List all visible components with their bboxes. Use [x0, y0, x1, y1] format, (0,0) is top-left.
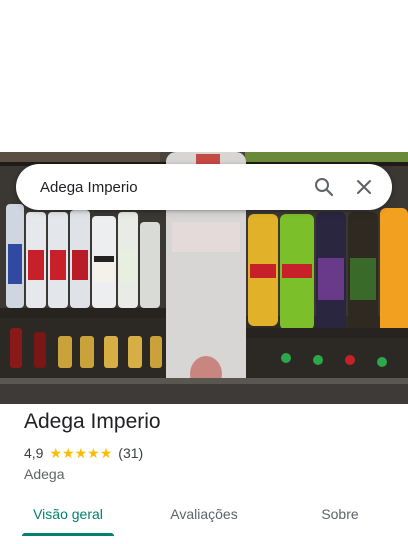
close-icon — [357, 180, 371, 194]
search-button[interactable] — [304, 164, 344, 210]
search-icon — [315, 178, 334, 197]
search-input[interactable]: Adega Imperio — [16, 179, 304, 196]
star-icon: ★ — [49, 445, 63, 461]
star-icon: ★ — [87, 445, 100, 461]
star-icon: ★ — [99, 445, 113, 461]
tab-label: Avaliações — [170, 506, 238, 522]
search-bar[interactable]: Adega Imperio — [16, 164, 392, 210]
clear-search-button[interactable] — [344, 164, 384, 210]
place-tabs: Visão geral Avaliações Sobre — [0, 496, 408, 536]
star-icon: ★ — [74, 445, 88, 461]
rating-value: 4,9 — [24, 445, 44, 461]
place-title: Adega Imperio — [24, 410, 161, 433]
rating-stars: ★ ★ ★ ★ ★ — [49, 446, 112, 460]
tab-label: Sobre — [321, 506, 359, 522]
tab-reviews[interactable]: Avaliações — [136, 496, 272, 536]
tab-about[interactable]: Sobre — [272, 496, 408, 536]
review-count[interactable]: (31) — [118, 445, 143, 461]
place-category: Adega — [24, 466, 65, 482]
tab-label: Visão geral — [33, 506, 103, 522]
rating-row[interactable]: 4,9 ★ ★ ★ ★ ★ (31) — [24, 445, 143, 461]
star-icon: ★ — [62, 445, 75, 461]
tab-overview[interactable]: Visão geral — [0, 496, 136, 536]
